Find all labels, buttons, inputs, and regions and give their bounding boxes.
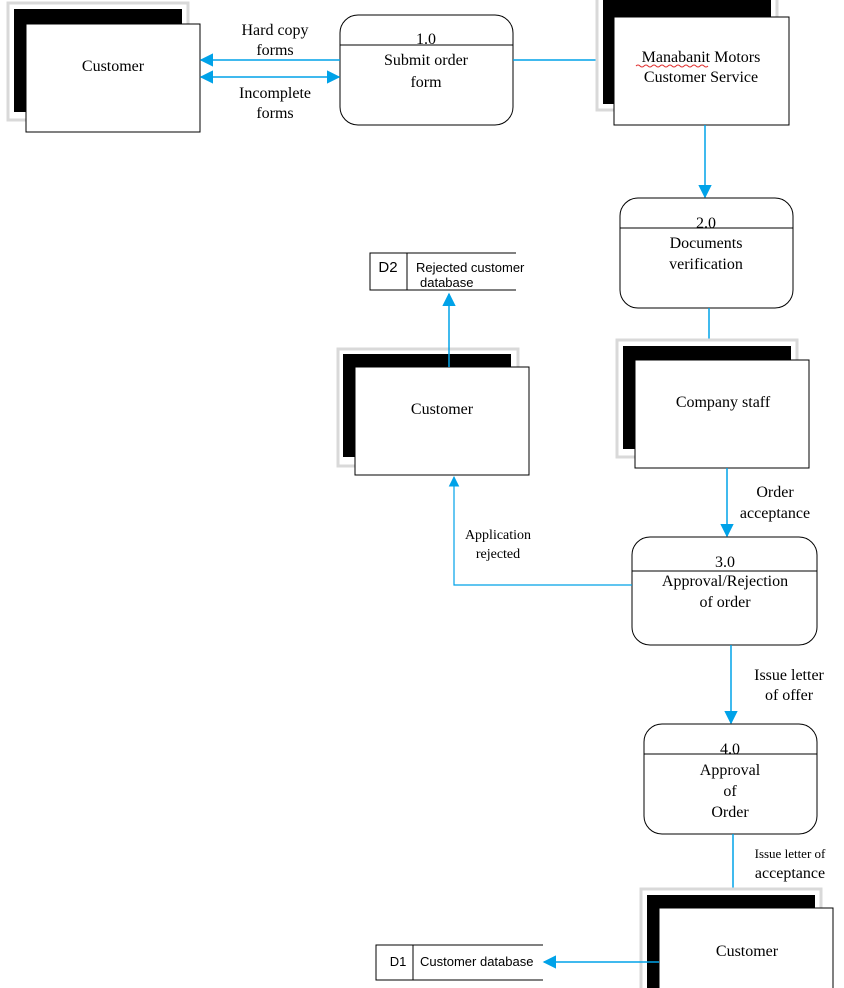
entity-label: Company staff	[676, 394, 771, 411]
process-4-approval-of-order[interactable]: 4.0 Approval of Order	[643, 723, 818, 835]
process-id: 3.0	[715, 554, 735, 571]
process-label: Approval	[700, 762, 761, 779]
process-label: Approval/Rejection	[662, 573, 788, 590]
entity-customer-bottom[interactable]: Customer	[639, 887, 834, 988]
entity-customer-top[interactable]: Customer	[6, 1, 201, 133]
entity-label: Customer	[716, 943, 779, 960]
process-3-approval-rejection[interactable]: 3.0 Approval/Rejection of order	[631, 536, 818, 646]
process-1-submit-order-form[interactable]: 1.0 Submit order form	[339, 14, 514, 126]
store-id: D1	[390, 954, 407, 969]
store-id: D2	[378, 259, 397, 276]
process-2-documents-verification[interactable]: 2.0 Documents verification	[619, 197, 794, 309]
data-flow-diagram: Customer 1.0 Submit order form Hard copy…	[6, 0, 834, 988]
flow-label: Incomplete	[239, 85, 311, 102]
entity-company-staff[interactable]: Company staff	[615, 338, 810, 469]
flow-label: acceptance	[755, 865, 825, 882]
process-id: 2.0	[696, 215, 716, 232]
flow-label: Application	[465, 528, 531, 543]
flow-label: Issue letter of	[755, 846, 826, 861]
data-store-d2[interactable]: D2 Rejected customer database	[369, 252, 525, 291]
data-store-d1[interactable]: D1 Customer database	[375, 944, 543, 981]
process-label: form	[410, 74, 442, 91]
flow-label: Hard copy	[241, 22, 308, 39]
flow-label: forms	[256, 105, 293, 122]
entity-label: Manabanit Motors	[642, 49, 761, 66]
flow-label: rejected	[476, 547, 520, 562]
process-id: 1.0	[416, 31, 436, 48]
process-id: 4.0	[720, 741, 740, 758]
entity-customer-service[interactable]: Manabanit Motors Customer Service	[595, 0, 790, 126]
process-label: Submit order	[384, 52, 469, 69]
entity-label: Customer Service	[644, 69, 758, 86]
flow-label: forms	[256, 42, 293, 59]
flow-label: of offer	[765, 687, 814, 704]
store-label: Customer database	[420, 954, 533, 969]
flow-label: acceptance	[740, 505, 810, 522]
process-label: of	[723, 783, 737, 800]
store-label: database	[420, 275, 474, 290]
store-label: Rejected customer	[416, 260, 525, 275]
process-label: verification	[669, 256, 743, 273]
process-label: Documents	[670, 235, 743, 252]
entity-customer-middle[interactable]: Customer	[336, 347, 530, 476]
flow-label: Order	[756, 484, 794, 501]
entity-label: Customer	[411, 401, 474, 418]
entity-label: Customer	[82, 58, 145, 75]
process-label: Order	[711, 804, 749, 821]
process-label: of order	[699, 594, 751, 611]
flow-label: Issue letter	[754, 667, 824, 684]
